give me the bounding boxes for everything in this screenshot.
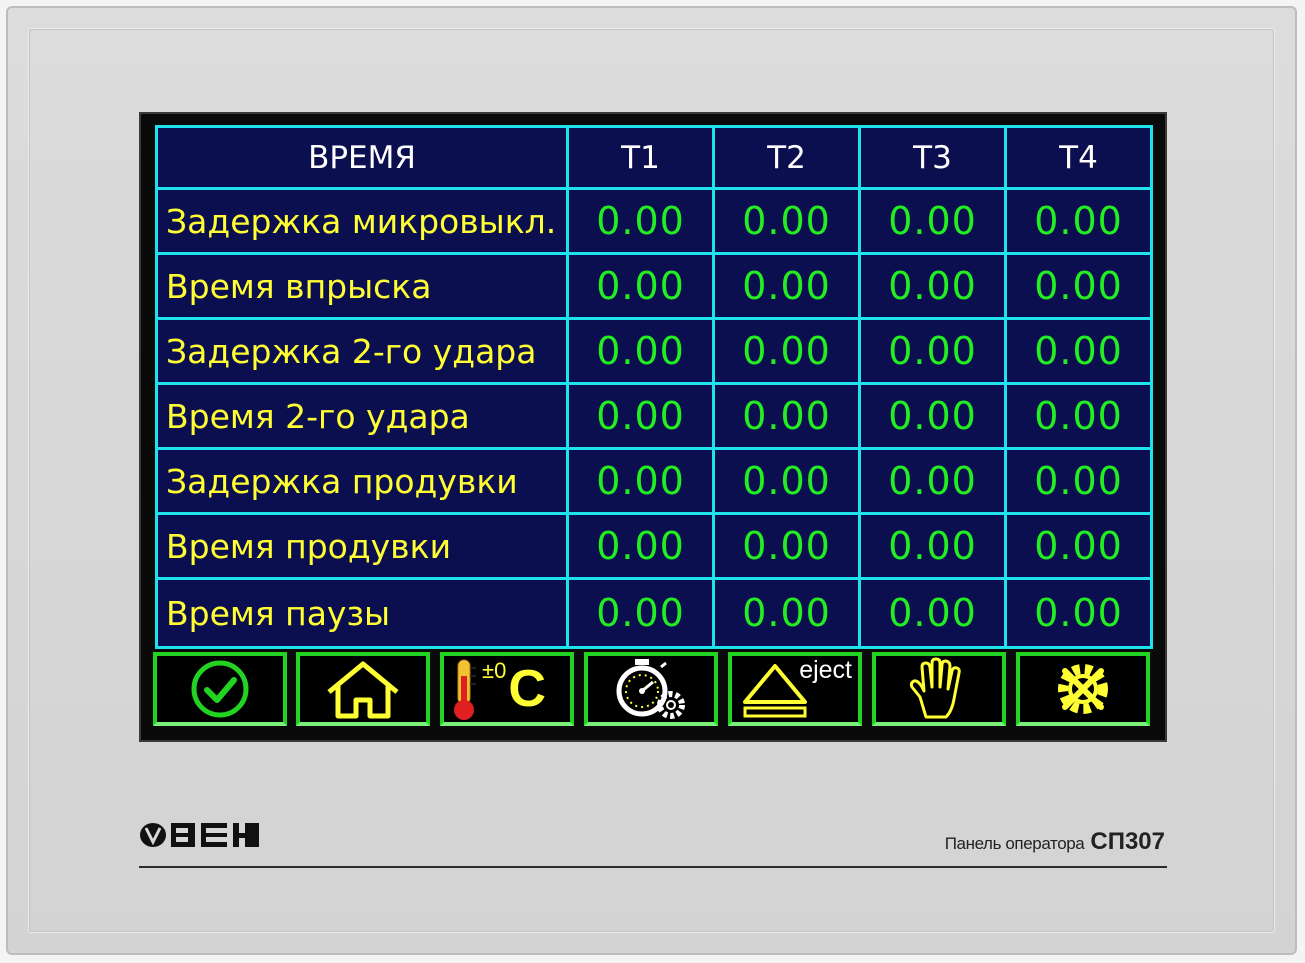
check-circle-icon [191, 660, 249, 718]
temperature-unit: C [508, 660, 546, 718]
value-field[interactable]: 0.00 [1004, 447, 1153, 515]
value-field[interactable]: 0.00 [858, 512, 1007, 580]
value-field[interactable]: 0.00 [712, 512, 861, 580]
value-field[interactable]: 0.00 [1004, 382, 1153, 450]
time-table: ВРЕМЯ T1 T2 T3 T4 Задержка микровыкл. 0.… [155, 125, 1153, 649]
row-label: Задержка микровыкл. [155, 187, 569, 255]
value-field[interactable]: 0.00 [566, 317, 715, 385]
row-label: Время 2-го удара [155, 382, 569, 450]
row-label: Задержка 2-го удара [155, 317, 569, 385]
value-field[interactable]: 0.00 [1004, 252, 1153, 320]
value-field[interactable]: 0.00 [712, 577, 861, 649]
home-icon [327, 661, 399, 719]
value-field[interactable]: 0.00 [1004, 187, 1153, 255]
hmi-screen: ВРЕМЯ T1 T2 T3 T4 Задержка микровыкл. 0.… [139, 112, 1167, 742]
value-field[interactable]: 0.00 [712, 252, 861, 320]
value-field[interactable]: 0.00 [712, 447, 861, 515]
value-field[interactable]: 0.00 [858, 252, 1007, 320]
timer-settings-button[interactable] [584, 652, 718, 726]
value-field[interactable]: 0.00 [566, 382, 715, 450]
home-button[interactable] [296, 652, 430, 726]
row-label: Время впрыска [155, 252, 569, 320]
panel-label: Панель оператора [944, 834, 1085, 853]
panel-model: Панель оператора СП307 [945, 828, 1165, 856]
row-label: Время паузы [155, 577, 569, 649]
value-field[interactable]: 0.00 [566, 577, 715, 649]
value-field[interactable]: 0.00 [858, 577, 1007, 649]
thermometer-icon [454, 659, 476, 720]
value-field[interactable]: 0.00 [858, 317, 1007, 385]
temperature-button[interactable]: ±0 C [440, 652, 574, 726]
value-field[interactable]: 0.00 [858, 447, 1007, 515]
value-field[interactable]: 0.00 [1004, 512, 1153, 580]
row-label: Задержка продувки [155, 447, 569, 515]
value-field[interactable]: 0.00 [712, 317, 861, 385]
footer-divider [139, 866, 1167, 868]
timer-settings-icon [616, 659, 685, 719]
value-field[interactable]: 0.00 [566, 512, 715, 580]
value-field[interactable]: 0.00 [566, 447, 715, 515]
eject-button[interactable]: eject [728, 652, 862, 726]
gear-wrench-icon [1058, 664, 1108, 714]
owen-logo [140, 823, 259, 847]
value-field[interactable]: 0.00 [566, 187, 715, 255]
manual-mode-button[interactable] [872, 652, 1006, 726]
confirm-button[interactable] [153, 652, 287, 726]
header-t1: T1 [566, 125, 715, 190]
value-field[interactable]: 0.00 [858, 382, 1007, 450]
header-t3: T3 [858, 125, 1007, 190]
settings-button[interactable] [1016, 652, 1150, 726]
eject-label: eject [799, 656, 852, 684]
temperature-sign: ±0 [482, 658, 507, 683]
row-label: Время продувки [155, 512, 569, 580]
value-field[interactable]: 0.00 [566, 252, 715, 320]
value-field[interactable]: 0.00 [858, 187, 1007, 255]
value-field[interactable]: 0.00 [1004, 577, 1153, 649]
header-t4: T4 [1004, 125, 1153, 190]
value-field[interactable]: 0.00 [712, 187, 861, 255]
hand-icon [909, 657, 961, 719]
model-number: СП307 [1090, 828, 1165, 855]
value-field[interactable]: 0.00 [1004, 317, 1153, 385]
value-field[interactable]: 0.00 [712, 382, 861, 450]
header-time: ВРЕМЯ [155, 125, 569, 190]
function-toolbar: ±0 C eject [153, 652, 1153, 726]
header-t2: T2 [712, 125, 861, 190]
